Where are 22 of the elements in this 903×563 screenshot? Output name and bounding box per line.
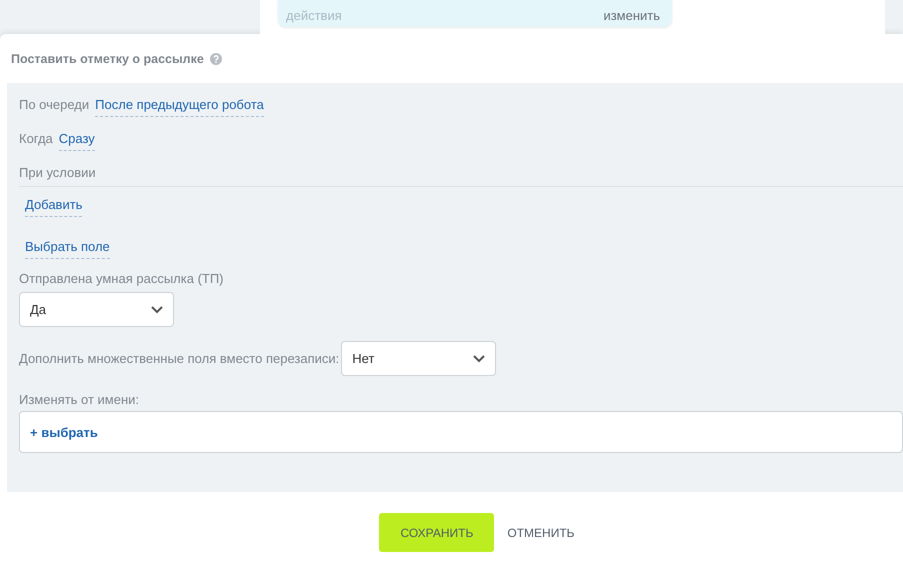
card-text: действия — [286, 8, 342, 23]
section-label: При условии — [19, 165, 96, 180]
save-button[interactable]: СОХРАНИТЬ — [379, 513, 494, 552]
pick-field-link[interactable]: Выбрать поле — [25, 239, 110, 259]
field-label: Когда — [19, 131, 53, 146]
field-label: Дополнить множественные поля вместо перезаписи: — [19, 351, 340, 366]
select-user-field[interactable]: + выбрать — [19, 411, 903, 453]
cancel-button[interactable]: ОТМЕНИТЬ — [498, 513, 584, 552]
chevron-down-icon — [473, 354, 486, 362]
add-link[interactable]: Добавить — [25, 197, 82, 217]
change-link[interactable]: изменить — [603, 8, 660, 23]
chevron-down-icon — [151, 306, 163, 314]
dropdown[interactable]: Да — [19, 292, 174, 327]
dialog-title: Поставить отметку о рассылке — [11, 52, 204, 66]
field-label: По очереди — [19, 97, 90, 112]
select-link[interactable]: + выбрать — [30, 424, 98, 440]
when-link[interactable]: Сразу — [58, 131, 95, 151]
order-link[interactable]: После предыдущего робота — [95, 97, 264, 117]
field-label: Изменять от имени: — [19, 392, 140, 407]
help-icon[interactable] — [210, 52, 222, 64]
dropdown[interactable]: Нет — [341, 341, 496, 376]
field-label: Отправлена умная рассылка (ТП) — [19, 271, 225, 286]
